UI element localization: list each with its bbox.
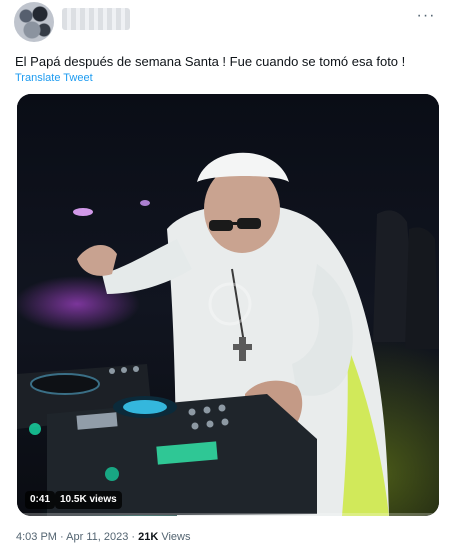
video-views-badge: 10.5K views <box>55 491 122 509</box>
head <box>204 165 280 253</box>
jog-wheel-left <box>30 373 100 395</box>
jog-wheel-glow <box>123 400 167 414</box>
video-progress-track[interactable] <box>17 513 439 516</box>
deck-led <box>29 423 41 435</box>
pectoral-cross-bar <box>233 344 252 350</box>
left-hand <box>77 244 117 276</box>
video-duration-badge: 0:41 <box>25 491 56 509</box>
stage-light-small <box>140 200 150 206</box>
sunglasses-left <box>209 220 233 231</box>
sunglasses-bridge <box>231 222 239 225</box>
translate-tweet-link[interactable]: Translate Tweet <box>15 71 93 85</box>
more-icon[interactable]: ··· <box>416 6 436 26</box>
stage-light <box>73 208 93 216</box>
blurred-display-name[interactable] <box>62 8 130 30</box>
views-label: Views <box>158 531 191 543</box>
deck-led <box>105 467 119 481</box>
avatar[interactable] <box>14 2 54 42</box>
tweet: ··· El Papá después de semana Santa ! Fu… <box>0 0 450 551</box>
audience-silhouette <box>405 227 439 349</box>
tweet-header: ··· <box>14 2 438 42</box>
tweet-text: El Papá después de semana Santa ! Fue cu… <box>15 54 406 69</box>
sunglasses-right <box>237 218 261 229</box>
meta-separator: · <box>128 531 139 543</box>
tweet-meta: 4:03 PM · Apr 11, 2023 · 21K Views <box>16 530 191 544</box>
video-player[interactable]: 0:41 10.5K views <box>17 94 439 516</box>
video-frame-image <box>17 152 439 516</box>
tweet-date[interactable]: Apr 11, 2023 <box>66 531 128 543</box>
tweet-time[interactable]: 4:03 PM <box>16 531 57 543</box>
views-count[interactable]: 21K <box>138 531 158 543</box>
meta-separator: · <box>56 531 67 543</box>
